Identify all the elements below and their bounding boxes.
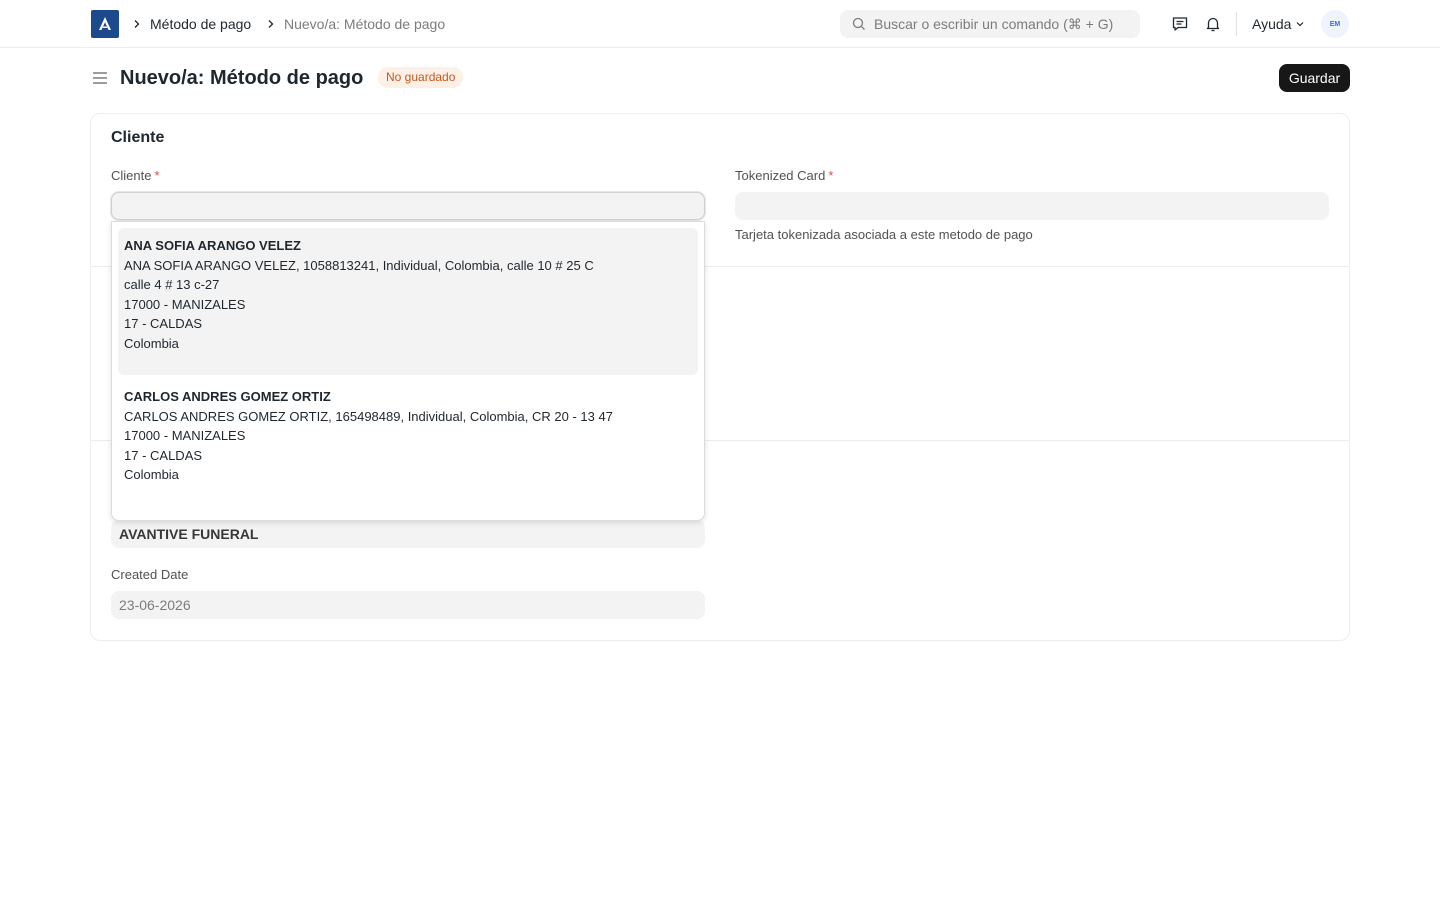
section-title: Cliente: [111, 129, 165, 146]
chevron-right-icon: [130, 14, 144, 34]
dropdown-option[interactable]: ANA SOFIA ARANGO VELEZ ANA SOFIA ARANGO …: [118, 228, 698, 375]
chevron-down-icon: [1297, 22, 1304, 27]
app-logo[interactable]: [91, 10, 119, 38]
page-title: Nuevo/a: Método de pago: [120, 67, 364, 89]
help-label: Ayuda: [1252, 16, 1292, 32]
sidebar-toggle-icon[interactable]: [91, 69, 109, 87]
option-line: 17000 - MANIZALES: [124, 428, 246, 443]
breadcrumb-metodo-de-pago[interactable]: Método de pago: [150, 15, 251, 33]
company-field[interactable]: AVANTIVE FUNERAL: [111, 520, 705, 548]
command-search[interactable]: [840, 10, 1140, 38]
option-line: calle 4 # 13 c-27: [124, 277, 220, 292]
bell-icon[interactable]: [1203, 14, 1223, 34]
company-value: AVANTIVE FUNERAL: [119, 526, 259, 542]
chat-icon[interactable]: [1170, 14, 1190, 34]
option-line: Colombia: [124, 335, 179, 351]
navbar-divider: [1236, 12, 1237, 36]
top-navbar: Método de pago Nuevo/a: Método de pago A…: [0, 0, 1440, 48]
created-date-value: 23-06-2026: [119, 597, 191, 613]
option-name: ANA SOFIA ARANGO VELEZ: [124, 238, 301, 253]
option-line: ANA SOFIA ARANGO VELEZ, 1058813241, Indi…: [124, 257, 594, 273]
search-input[interactable]: [874, 16, 1134, 32]
tokenized-card-label-text: Tokenized Card: [735, 168, 826, 183]
cliente-dropdown: ANA SOFIA ARANGO VELEZ ANA SOFIA ARANGO …: [111, 221, 705, 521]
option-line: Colombia: [124, 467, 179, 482]
created-date-label: Created Date: [111, 567, 189, 582]
dropdown-option[interactable]: CARLOS ANDRES GOMEZ ORTIZ CARLOS ANDRES …: [118, 379, 698, 519]
avatar[interactable]: EM: [1321, 10, 1349, 38]
created-date-field[interactable]: 23-06-2026: [111, 591, 705, 619]
tokenized-card-input[interactable]: [735, 192, 1329, 220]
option-name: CARLOS ANDRES GOMEZ ORTIZ: [124, 389, 331, 404]
option-line: 17000 - MANIZALES: [124, 296, 246, 312]
breadcrumb-current: Nuevo/a: Método de pago: [284, 16, 446, 32]
tokenized-card-help: Tarjeta tokenizada asociada a este metod…: [735, 227, 1033, 242]
chevron-right-icon: [264, 14, 278, 34]
required-mark: *: [154, 168, 160, 183]
help-menu[interactable]: Ayuda: [1252, 15, 1305, 33]
required-mark: *: [828, 168, 834, 183]
cliente-input[interactable]: [111, 192, 705, 220]
option-line: CARLOS ANDRES GOMEZ ORTIZ, 165498489, In…: [124, 408, 613, 424]
search-icon: [852, 17, 865, 30]
option-line: 17 - CALDAS: [124, 447, 203, 463]
cliente-label: Cliente *: [111, 168, 160, 184]
logo-icon: [99, 17, 111, 30]
status-badge: No guardado: [378, 67, 464, 88]
option-line: 17 - CALDAS: [124, 316, 203, 331]
tokenized-card-label: Tokenized Card *: [735, 168, 833, 184]
save-button[interactable]: Guardar: [1279, 64, 1350, 92]
cliente-label-text: Cliente: [111, 168, 152, 183]
